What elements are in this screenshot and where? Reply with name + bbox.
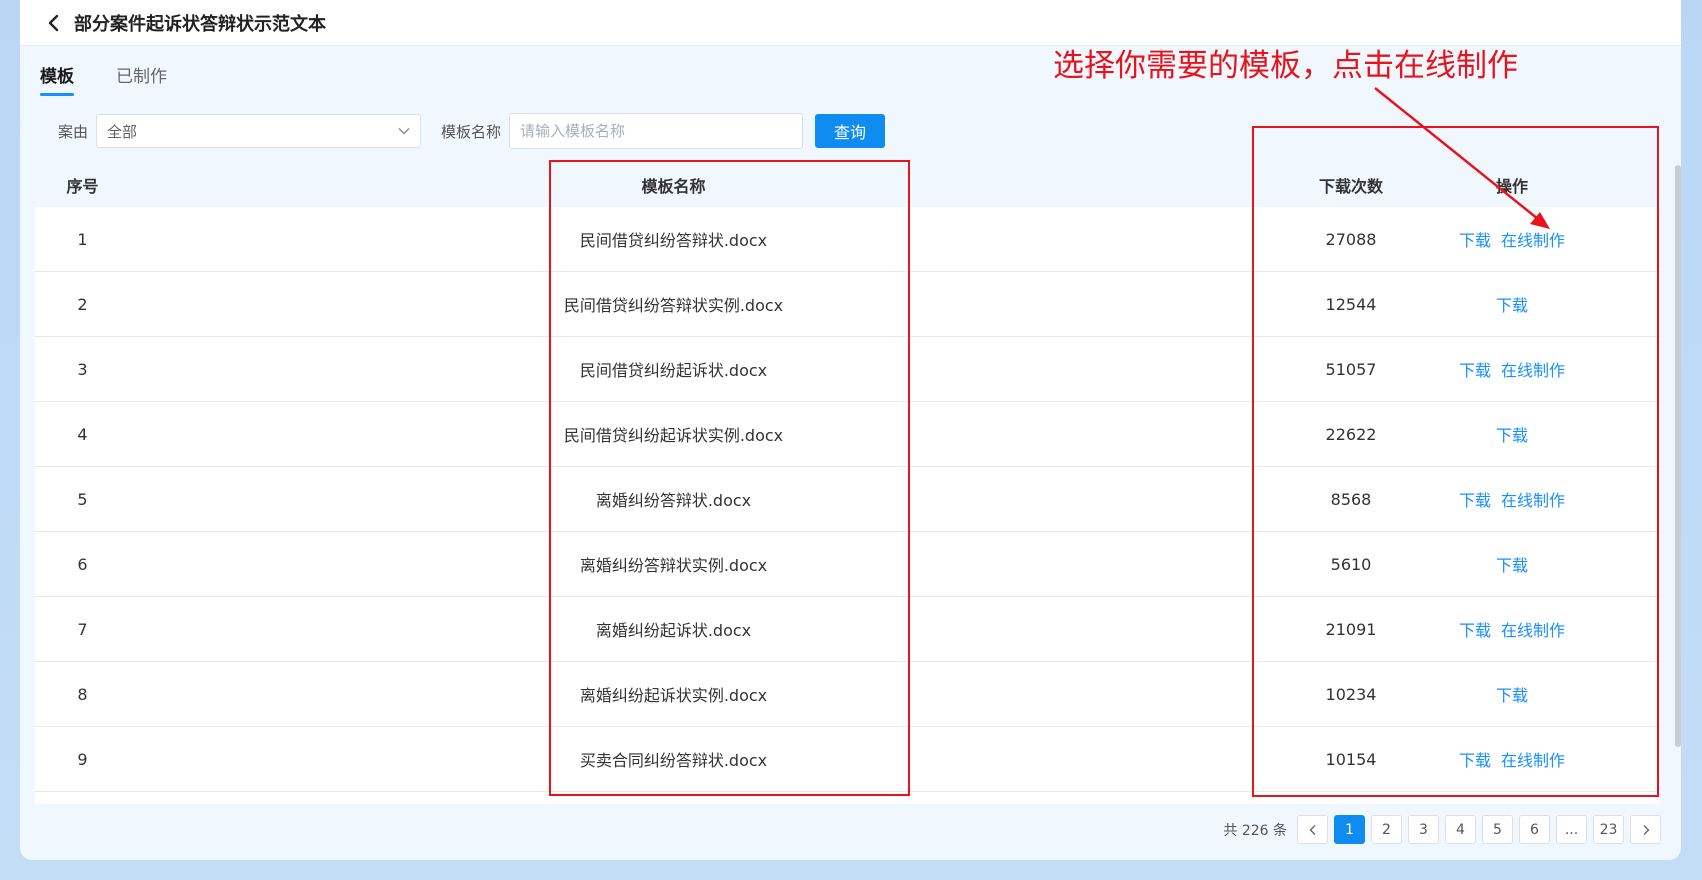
chevron-left-icon	[1309, 824, 1315, 835]
filter-bar: 案由 全部 模板名称 查询	[58, 113, 886, 149]
row-actions: 下载	[1432, 552, 1592, 576]
tab-templates[interactable]: 模板	[40, 58, 74, 96]
back-button[interactable]	[40, 9, 68, 37]
row-download-count: 27088	[1325, 229, 1377, 249]
row-index: 2	[77, 294, 88, 314]
column-header-index: 序号	[66, 176, 99, 196]
online-create-link[interactable]: 在线制作	[1501, 747, 1565, 771]
row-template-name: 离婚纠纷起诉状实例.docx	[579, 686, 768, 705]
row-index: 4	[77, 424, 88, 444]
row-download-count: 21091	[1325, 619, 1377, 639]
table-header: 序号 模板名称 下载次数 操作	[35, 162, 1659, 207]
table-body: 1 民间借贷纠纷答辩状.docx 27088 下载 在线制作 2 民间借贷纠纷答…	[35, 207, 1659, 804]
table-row: 7 离婚纠纷起诉状.docx 21091 下载 在线制作	[35, 597, 1659, 662]
table-row: 8 离婚纠纷起诉状实例.docx 10234 下载	[35, 662, 1659, 727]
chevron-left-icon	[48, 14, 59, 31]
column-header-name: 模板名称	[641, 176, 706, 196]
download-link[interactable]: 下载	[1459, 227, 1491, 251]
row-download-count: 8568	[1330, 489, 1372, 509]
annotation-text: 选择你需要的模板，点击在线制作	[1053, 48, 1518, 84]
table-row: 9 买卖合同纠纷答辩状.docx 10154 下载 在线制作	[35, 727, 1659, 792]
table-row: 6 离婚纠纷答辩状实例.docx 5610 下载	[35, 532, 1659, 597]
row-template-name: 民间借贷纠纷起诉状.docx	[579, 361, 768, 380]
main-card: 部分案件起诉状答辩状示范文本 模板 已制作 案由 全部 模板名称 查询 序号 模…	[20, 0, 1681, 860]
row-index: 3	[77, 359, 88, 379]
page-button-3[interactable]: 3	[1408, 815, 1439, 844]
row-actions: 下载	[1432, 292, 1592, 316]
page-ellipsis[interactable]: ...	[1556, 815, 1587, 844]
page-button-2[interactable]: 2	[1371, 815, 1402, 844]
case-select[interactable]: 全部	[96, 114, 422, 148]
row-download-count: 10154	[1325, 749, 1377, 769]
row-template-name: 民间借贷纠纷答辩状.docx	[579, 231, 768, 250]
row-actions: 下载	[1432, 682, 1592, 706]
row-download-count: 51057	[1325, 359, 1377, 379]
prev-page-button[interactable]	[1297, 815, 1328, 844]
column-header-actions: 操作	[1495, 176, 1528, 196]
row-download-count: 5610	[1330, 554, 1372, 574]
row-template-name: 离婚纠纷起诉状.docx	[595, 621, 752, 640]
page-button-6[interactable]: 6	[1519, 815, 1550, 844]
row-actions: 下载 在线制作	[1432, 747, 1592, 771]
page-button-4[interactable]: 4	[1445, 815, 1476, 844]
next-page-button[interactable]	[1630, 815, 1661, 844]
tab-bar: 模板 已制作	[40, 58, 209, 96]
row-actions: 下载	[1432, 422, 1592, 446]
download-link[interactable]: 下载	[1459, 357, 1491, 381]
case-label: 案由	[58, 122, 89, 141]
table-scrollbar[interactable]	[1675, 165, 1681, 747]
download-link[interactable]: 下载	[1496, 422, 1528, 446]
online-create-link[interactable]: 在线制作	[1501, 487, 1565, 511]
pagination: 共 226 条 1 2 3 4 5 6 ... 23	[1223, 815, 1661, 844]
table-row: 5 离婚纠纷答辩状.docx 8568 下载 在线制作	[35, 467, 1659, 532]
row-index: 8	[77, 684, 88, 704]
row-actions: 下载 在线制作	[1432, 227, 1592, 251]
row-index: 5	[77, 489, 88, 509]
row-actions: 下载 在线制作	[1432, 617, 1592, 641]
download-link[interactable]: 下载	[1496, 552, 1528, 576]
query-button[interactable]: 查询	[815, 114, 886, 148]
row-template-name: 买卖合同纠纷答辩状.docx	[579, 751, 768, 770]
row-index: 9	[77, 749, 88, 769]
column-header-downloads: 下载次数	[1318, 176, 1383, 196]
row-template-name: 民间借贷纠纷答辩状实例.docx	[563, 296, 784, 315]
download-link[interactable]: 下载	[1496, 682, 1528, 706]
template-table: 序号 模板名称 下载次数 操作 1 民间借贷纠纷答辩状.docx 27088 下…	[35, 162, 1659, 804]
total-count: 共 226 条	[1223, 822, 1287, 839]
online-create-link[interactable]: 在线制作	[1501, 357, 1565, 381]
page-button-23[interactable]: 23	[1593, 815, 1624, 844]
page-button-1[interactable]: 1	[1334, 815, 1365, 844]
row-template-name: 民间借贷纠纷起诉状实例.docx	[563, 426, 784, 445]
row-actions: 下载 在线制作	[1432, 357, 1592, 381]
download-link[interactable]: 下载	[1459, 487, 1491, 511]
table-row: 4 民间借贷纠纷起诉状实例.docx 22622 下载	[35, 402, 1659, 467]
table-row: 1 民间借贷纠纷答辩状.docx 27088 下载 在线制作	[35, 207, 1659, 272]
row-index: 7	[77, 619, 88, 639]
online-create-link[interactable]: 在线制作	[1501, 227, 1565, 251]
row-download-count: 10234	[1325, 684, 1377, 704]
row-template-name: 离婚纠纷答辩状.docx	[595, 491, 752, 510]
template-name-input[interactable]	[509, 113, 804, 149]
row-download-count: 12544	[1325, 294, 1377, 314]
table-row: 2 民间借贷纠纷答辩状实例.docx 12544 下载	[35, 272, 1659, 337]
page-title: 部分案件起诉状答辩状示范文本	[74, 13, 326, 35]
page-button-5[interactable]: 5	[1482, 815, 1513, 844]
chevron-down-icon	[398, 128, 410, 135]
case-select-value: 全部	[107, 122, 138, 141]
template-name-label: 模板名称	[441, 122, 502, 141]
online-create-link[interactable]: 在线制作	[1501, 617, 1565, 641]
row-template-name: 离婚纠纷答辩状实例.docx	[579, 556, 768, 575]
row-actions: 下载 在线制作	[1432, 487, 1592, 511]
download-link[interactable]: 下载	[1459, 747, 1491, 771]
tab-created[interactable]: 已制作	[116, 58, 167, 96]
row-download-count: 22622	[1325, 424, 1377, 444]
download-link[interactable]: 下载	[1459, 617, 1491, 641]
table-row-partial	[35, 792, 1659, 804]
chevron-right-icon	[1643, 824, 1649, 835]
row-index: 6	[77, 554, 88, 574]
table-row: 3 民间借贷纠纷起诉状.docx 51057 下载 在线制作	[35, 337, 1659, 402]
download-link[interactable]: 下载	[1496, 292, 1528, 316]
row-index: 1	[77, 229, 88, 249]
